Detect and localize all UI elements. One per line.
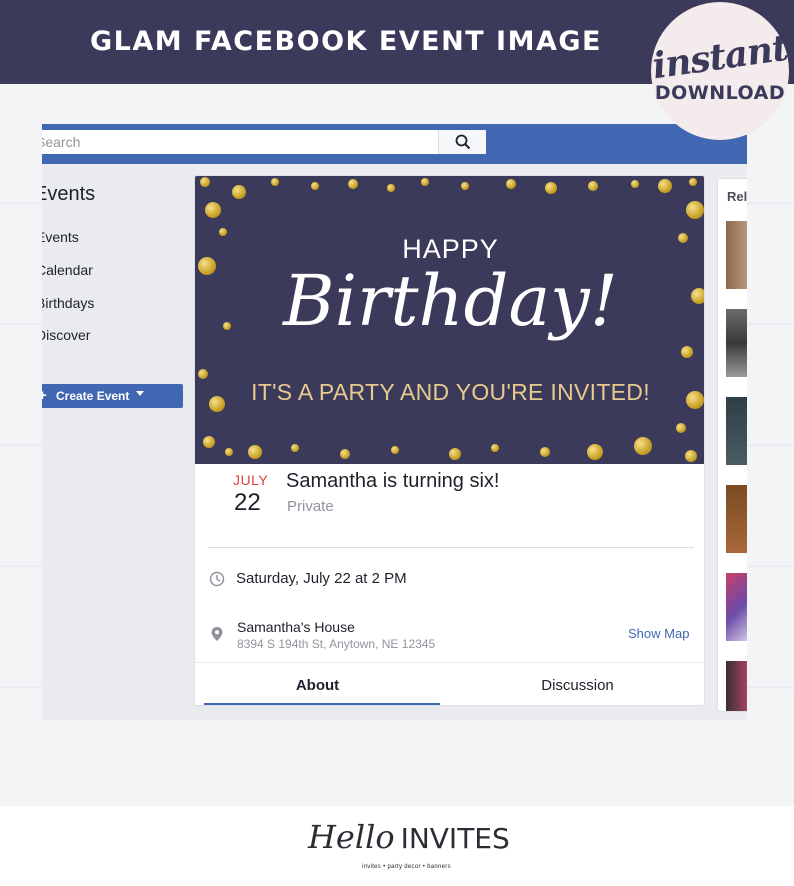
logo-tagline: invites • party decor • banners xyxy=(362,864,451,870)
event-card: HAPPY Birthday! IT'S A PARTY AND YOU'RE … xyxy=(194,175,705,706)
gold-dot xyxy=(387,184,395,192)
gold-dot xyxy=(291,444,299,452)
gold-dot xyxy=(686,201,704,219)
create-event-button[interactable]: + Create Event xyxy=(42,384,183,408)
cover-birthday-text: Birthday! xyxy=(283,260,618,342)
event-title: Samantha is turning six! xyxy=(286,470,500,492)
sidebar-title: Events xyxy=(42,183,96,205)
related-thumbnail[interactable] xyxy=(726,309,747,377)
gold-dot xyxy=(200,177,210,187)
facebook-topbar: Search xyxy=(42,124,747,164)
sidebar-item-events[interactable]: Events xyxy=(42,229,79,245)
event-location-name[interactable]: Samantha's House xyxy=(237,619,355,635)
caret-down-icon xyxy=(136,391,144,396)
logo-script-text: Hello xyxy=(308,818,395,856)
sidebar-item-calendar[interactable]: Calendar xyxy=(42,262,93,278)
related-thumbnail[interactable] xyxy=(726,573,747,641)
gold-dot xyxy=(198,369,208,379)
gold-dot xyxy=(587,444,603,460)
plus-icon: + xyxy=(42,387,47,404)
tab-discussion[interactable]: Discussion xyxy=(455,663,700,705)
gold-dot xyxy=(205,202,221,218)
related-thumbnail[interactable] xyxy=(726,221,747,289)
gold-dot xyxy=(658,179,672,193)
tab-active-indicator xyxy=(204,703,440,705)
gold-dot xyxy=(681,346,693,358)
gold-dot xyxy=(225,448,233,456)
gold-dot xyxy=(506,179,516,189)
gold-dot xyxy=(232,185,246,199)
facebook-event-mockup: Search Events Events Calendar Birthdays … xyxy=(42,124,747,720)
gold-dot xyxy=(391,446,399,454)
related-thumbnail[interactable] xyxy=(726,485,747,553)
gold-dot xyxy=(203,436,215,448)
event-location-address: 8394 S 194th St, Anytown, NE 12345 xyxy=(237,637,436,651)
sidebar-item-birthdays[interactable]: Birthdays xyxy=(42,295,94,311)
gold-dot xyxy=(634,437,652,455)
search-button[interactable] xyxy=(438,130,486,154)
banner-title: GLAM FACEBOOK EVENT IMAGE xyxy=(90,26,602,57)
logo-word-text: INVITES xyxy=(400,822,510,855)
search-bar[interactable]: Search xyxy=(42,130,486,154)
hello-invites-logo: Hello INVITES xyxy=(308,818,510,856)
gold-dot xyxy=(631,180,639,188)
sidebar-item-discover[interactable]: Discover xyxy=(42,327,90,343)
gold-dot xyxy=(461,182,469,190)
gold-dot xyxy=(248,445,262,459)
gold-dot xyxy=(588,181,598,191)
divider xyxy=(208,547,694,548)
badge-script-text: instant xyxy=(649,26,791,88)
location-pin-icon xyxy=(211,627,223,641)
badge-word-text: DOWNLOAD xyxy=(654,82,786,104)
gold-dot xyxy=(449,448,461,460)
event-privacy: Private xyxy=(287,498,334,515)
related-thumbnail[interactable] xyxy=(726,661,747,711)
gold-dot xyxy=(685,450,697,462)
event-cover-image: HAPPY Birthday! IT'S A PARTY AND YOU'RE … xyxy=(195,176,704,464)
gold-dot xyxy=(340,449,350,459)
show-map-link[interactable]: Show Map xyxy=(628,626,689,641)
gold-dot xyxy=(545,182,557,194)
event-date-month: JULY xyxy=(233,472,269,488)
tab-about[interactable]: About xyxy=(195,663,440,705)
gold-dot xyxy=(676,423,686,433)
gold-dot xyxy=(421,178,429,186)
event-date-day: 22 xyxy=(234,489,261,516)
search-icon xyxy=(455,134,471,150)
gold-dot xyxy=(311,182,319,190)
cover-invite-text: IT'S A PARTY AND YOU'RE INVITED! xyxy=(251,379,650,405)
related-thumbnail[interactable] xyxy=(726,397,747,465)
gold-dot xyxy=(348,179,358,189)
related-events-column: Related xyxy=(717,178,747,712)
gold-dot xyxy=(271,178,279,186)
event-time: Saturday, July 22 at 2 PM xyxy=(236,570,407,587)
gold-dot xyxy=(491,444,499,452)
clock-icon xyxy=(209,571,225,587)
search-input[interactable]: Search xyxy=(42,134,80,150)
gold-dot xyxy=(689,178,697,186)
gold-dot xyxy=(540,447,550,457)
related-heading: Related xyxy=(727,189,747,204)
instant-download-badge: instant DOWNLOAD xyxy=(649,2,791,140)
create-event-label: Create Event xyxy=(56,389,130,403)
